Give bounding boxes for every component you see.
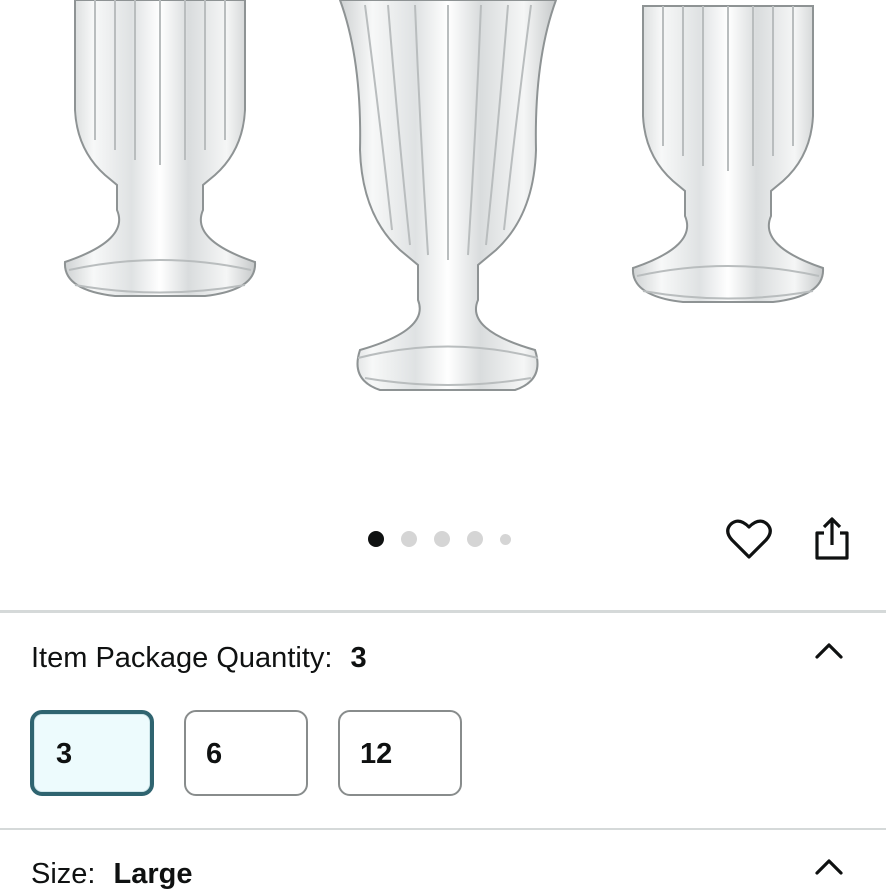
package-quantity-label: Item Package Quantity: — [31, 642, 333, 674]
section-divider — [0, 610, 886, 613]
quantity-option-12[interactable]: 12 — [338, 710, 462, 796]
share-icon — [815, 517, 849, 560]
chevron-up-icon[interactable] — [814, 640, 844, 660]
quantity-option-6[interactable]: 6 — [184, 710, 308, 796]
chevron-up-icon[interactable] — [814, 856, 844, 876]
size-label: Size: — [31, 858, 96, 890]
product-image[interactable] — [0, 0, 886, 500]
section-divider — [0, 828, 886, 830]
pagination-dot-1[interactable] — [368, 531, 384, 547]
quantity-option-3[interactable]: 3 — [30, 710, 154, 796]
package-quantity-options: 3 6 12 — [30, 710, 462, 796]
heart-outline-icon — [726, 519, 772, 559]
package-quantity-selected-value: 3 — [350, 642, 367, 674]
pagination-dot-4[interactable] — [467, 531, 483, 547]
wishlist-button[interactable] — [723, 514, 775, 564]
pagination-dot-2[interactable] — [401, 531, 417, 547]
image-pagination-dots[interactable] — [368, 530, 511, 548]
pagination-dot-5[interactable] — [500, 533, 511, 545]
product-image-gallery[interactable] — [0, 0, 886, 612]
share-button[interactable] — [808, 514, 856, 564]
pagination-dot-3[interactable] — [434, 531, 450, 547]
size-selected-value: Large — [113, 858, 193, 890]
size-header[interactable]: Size: Large — [31, 858, 192, 891]
package-quantity-header[interactable]: Item Package Quantity: 3 — [31, 642, 367, 675]
